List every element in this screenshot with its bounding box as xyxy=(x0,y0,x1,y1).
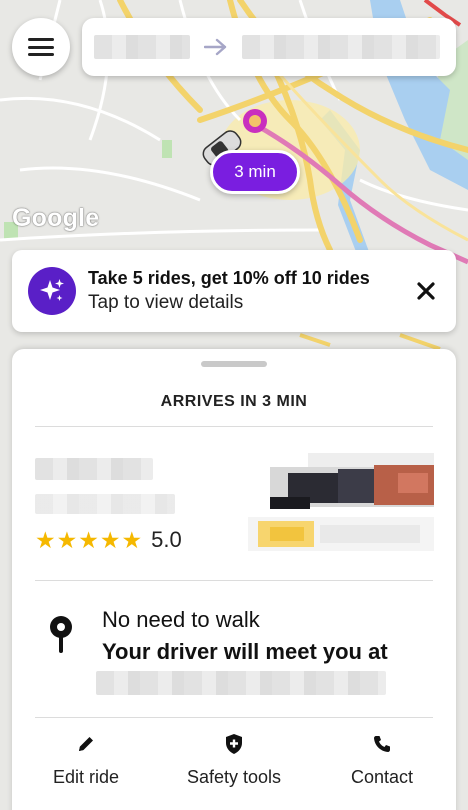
close-icon[interactable] xyxy=(412,277,440,305)
divider xyxy=(35,426,433,427)
safety-tools-label: Safety tools xyxy=(186,767,282,787)
promo-card[interactable]: Take 5 rides, get 10% off 10 rides Tap t… xyxy=(12,250,456,332)
edit-ride-button[interactable]: Edit ride xyxy=(16,731,156,788)
pencil-icon xyxy=(16,731,156,757)
star-icon: ★ xyxy=(56,527,78,553)
shield-plus-icon xyxy=(164,731,304,757)
google-logo: Google xyxy=(12,204,100,232)
rating-value: 5.0 xyxy=(151,527,182,552)
driver-info-redacted xyxy=(35,494,175,514)
pickup-subtitle: Your driver will meet you at xyxy=(102,639,388,664)
destination-address-redacted xyxy=(242,35,440,59)
ride-actions: Edit ride Safety tools Contact xyxy=(12,731,456,801)
star-icon: ★ xyxy=(78,527,99,553)
star-icon: ★ xyxy=(35,527,56,553)
sparkle-icon xyxy=(28,267,76,315)
map-pin-icon xyxy=(48,615,74,660)
star-icon: ★ xyxy=(121,527,143,553)
origin-address-redacted xyxy=(94,35,190,59)
promo-title: Take 5 rides, get 10% off 10 rides xyxy=(88,268,370,288)
contact-label: Contact xyxy=(350,767,414,787)
edit-ride-label: Edit ride xyxy=(52,767,120,787)
eta-badge: 3 min xyxy=(210,150,300,194)
contact-button[interactable]: Contact xyxy=(312,731,452,788)
pickup-title: No need to walk xyxy=(102,607,260,632)
pickup-address-redacted xyxy=(96,671,386,695)
arrow-right-icon xyxy=(204,38,228,56)
arrival-heading: ARRIVES IN 3 MIN xyxy=(160,393,308,410)
star-icon: ★ xyxy=(99,527,121,553)
safety-tools-button[interactable]: Safety tools xyxy=(164,731,304,788)
divider xyxy=(35,717,433,718)
divider xyxy=(35,580,433,581)
menu-button[interactable] xyxy=(12,18,70,76)
hamburger-menu-icon xyxy=(28,38,54,56)
ride-details-sheet: ARRIVES IN 3 MIN ★ ★ ★ ★ ★ 5.0 No need t… xyxy=(12,349,456,810)
phone-icon xyxy=(312,731,452,757)
sheet-drag-handle[interactable] xyxy=(201,361,267,367)
promo-subtitle: Tap to view details xyxy=(88,292,244,313)
driver-rating: ★ ★ ★ ★ ★ 5.0 xyxy=(35,527,182,553)
license-plate-redacted xyxy=(248,517,434,551)
driver-name-redacted xyxy=(35,458,153,480)
route-summary-bar[interactable] xyxy=(82,18,456,76)
